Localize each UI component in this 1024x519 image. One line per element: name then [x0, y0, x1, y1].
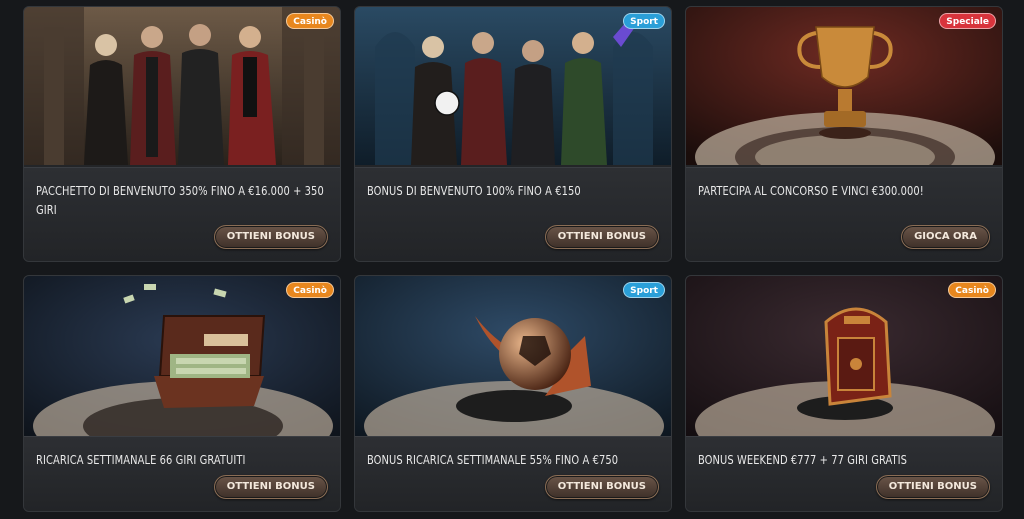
promo-title: BONUS WEEKEND €777 + 77 GIRI GRATIS — [698, 452, 907, 467]
promo-title: PACCHETTO DI BENVENUTO 350% FINO A €16.0… — [36, 183, 324, 217]
get-bonus-button[interactable]: OTTIENI BONUS — [875, 475, 990, 499]
category-badge-special: Speciale — [939, 13, 996, 29]
promo-image-cash-suitcase[interactable]: Casinò — [24, 276, 340, 436]
get-bonus-button[interactable]: OTTIENI BONUS — [213, 475, 328, 499]
get-bonus-button[interactable]: OTTIENI BONUS — [544, 225, 659, 249]
promo-card-body: BONUS RICARICA SETTIMANALE 55% FINO A €7… — [355, 436, 671, 511]
get-bonus-button[interactable]: OTTIENI BONUS — [213, 225, 328, 249]
category-badge-sport: Sport — [623, 13, 665, 29]
promo-card-body: RICARICA SETTIMANALE 66 GIRI GRATUITI OT… — [24, 436, 340, 511]
promo-title: BONUS RICARICA SETTIMANALE 55% FINO A €7… — [367, 452, 619, 467]
play-now-button[interactable]: GIOCA ORA — [901, 225, 990, 249]
promo-card-welcome-casino[interactable]: Casinò PACCHETTO DI BENVENUTO 350% FINO … — [23, 6, 341, 262]
promo-title: BONUS DI BENVENUTO 100% FINO A €150 — [367, 183, 581, 198]
category-badge-casino: Casinò — [286, 13, 334, 29]
promo-card-welcome-sport[interactable]: Sport BONUS DI BENVENUTO 100% FINO A €15… — [354, 6, 672, 262]
category-badge-sport: Sport — [623, 282, 665, 298]
promo-card-body: BONUS WEEKEND €777 + 77 GIRI GRATIS OTTI… — [686, 436, 1002, 511]
promo-card-weekly-spins[interactable]: Casinò RICARICA SETTIMANALE 66 GIRI GRAT… — [23, 275, 341, 512]
category-badge-casino: Casinò — [286, 282, 334, 298]
category-badge-casino: Casinò — [948, 282, 996, 298]
promo-card-weekly-reload[interactable]: Sport BONUS RICARICA SETTIMANALE 55% FIN… — [354, 275, 672, 512]
promo-card-body: PARTECIPA AL CONCORSO E VINCI €300.000! … — [686, 167, 1002, 261]
promo-card-body: PACCHETTO DI BENVENUTO 350% FINO A €16.0… — [24, 167, 340, 261]
promo-image-treasure-chest[interactable]: Casinò — [686, 276, 1002, 436]
promo-image-hosts-football[interactable]: Sport — [355, 7, 671, 165]
promo-image-trophy[interactable]: Speciale — [686, 7, 1002, 165]
get-bonus-button[interactable]: OTTIENI BONUS — [544, 475, 659, 499]
promotions-grid: Casinò PACCHETTO DI BENVENUTO 350% FINO … — [0, 0, 1024, 519]
promo-image-football-arrow[interactable]: Sport — [355, 276, 671, 436]
promo-card-weekend-bonus[interactable]: Casinò BONUS WEEKEND €777 + 77 GIRI GRAT… — [685, 275, 1003, 512]
promo-title: PARTECIPA AL CONCORSO E VINCI €300.000! — [698, 183, 924, 198]
promo-title: RICARICA SETTIMANALE 66 GIRI GRATUITI — [36, 452, 246, 467]
promo-card-body: BONUS DI BENVENUTO 100% FINO A €150 OTTI… — [355, 167, 671, 261]
promo-card-contest[interactable]: Speciale PARTECIPA AL CONCORSO E VINCI €… — [685, 6, 1003, 262]
promo-image-hosts-lobby[interactable]: Casinò — [24, 7, 340, 165]
